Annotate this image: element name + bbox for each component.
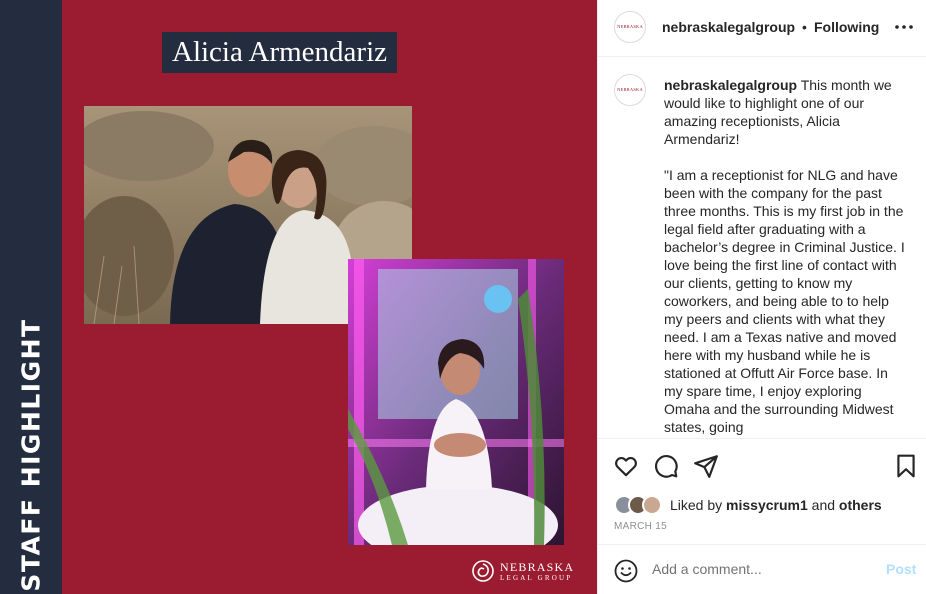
comment-bar: Post [598, 544, 926, 594]
neon-bar-photo [348, 259, 564, 545]
nebraska-legal-group-logo: NEBRASKA LEGAL GROUP [472, 560, 574, 582]
avatar-logo-text: NEBRASKA [617, 23, 643, 29]
liked-by-text: Liked by missycrum1 and others [670, 497, 882, 513]
liked-by-conjunction: and [811, 497, 836, 513]
post-media[interactable]: STAFF HIGHLIGHT Alicia Armendariz NEBRAS… [0, 0, 597, 594]
caption-quote: "I am a receptionist for NLG and have be… [664, 167, 905, 435]
liked-by-user[interactable]: missycrum1 [726, 497, 808, 513]
liker-avatar [642, 495, 662, 515]
brand-line-2: LEGAL GROUP [500, 573, 573, 582]
liked-by-prefix: Liked by [670, 497, 723, 513]
caption-avatar[interactable]: NEBRASKA [614, 74, 646, 106]
heart-icon[interactable] [613, 453, 639, 479]
caption-section[interactable]: NEBRASKA nebraskalegalgroup This month w… [598, 58, 926, 438]
liker-avatars [614, 495, 668, 515]
employee-name-title: Alicia Armendariz [162, 32, 397, 73]
logo-swirl-icon [472, 560, 494, 582]
side-strip: STAFF HIGHLIGHT [0, 0, 62, 594]
post-date[interactable]: MARCH 15 [614, 521, 667, 532]
caption-text: nebraskalegalgroup This month we would l… [664, 76, 910, 436]
post-header: NEBRASKA nebraskalegalgroup • Following [598, 0, 926, 57]
following-button[interactable]: Following [814, 19, 879, 35]
header-username[interactable]: nebraskalegalgroup [662, 19, 795, 35]
bookmark-icon[interactable] [893, 453, 919, 479]
header-separator: • [802, 19, 807, 35]
post-details-pane: NEBRASKA nebraskalegalgroup • Following … [597, 0, 926, 594]
comment-input[interactable] [652, 561, 872, 577]
account-avatar[interactable]: NEBRASKA [614, 11, 646, 43]
post-actions: Liked by missycrum1 and others MARCH 15 [598, 438, 926, 544]
brand-line-1: NEBRASKA [500, 559, 575, 574]
share-icon[interactable] [693, 453, 719, 479]
caption-username[interactable]: nebraskalegalgroup [664, 77, 797, 93]
more-horizontal-icon[interactable] [894, 17, 914, 37]
staff-highlight-label: STAFF HIGHLIGHT [16, 318, 46, 592]
likes-summary[interactable]: Liked by missycrum1 and others [614, 495, 882, 515]
post-comment-button[interactable]: Post [886, 561, 916, 577]
avatar-logo-text: NEBRASKA [617, 86, 643, 92]
liked-by-others[interactable]: others [839, 497, 882, 513]
smiley-icon[interactable] [614, 559, 638, 583]
comment-icon[interactable] [653, 453, 679, 479]
